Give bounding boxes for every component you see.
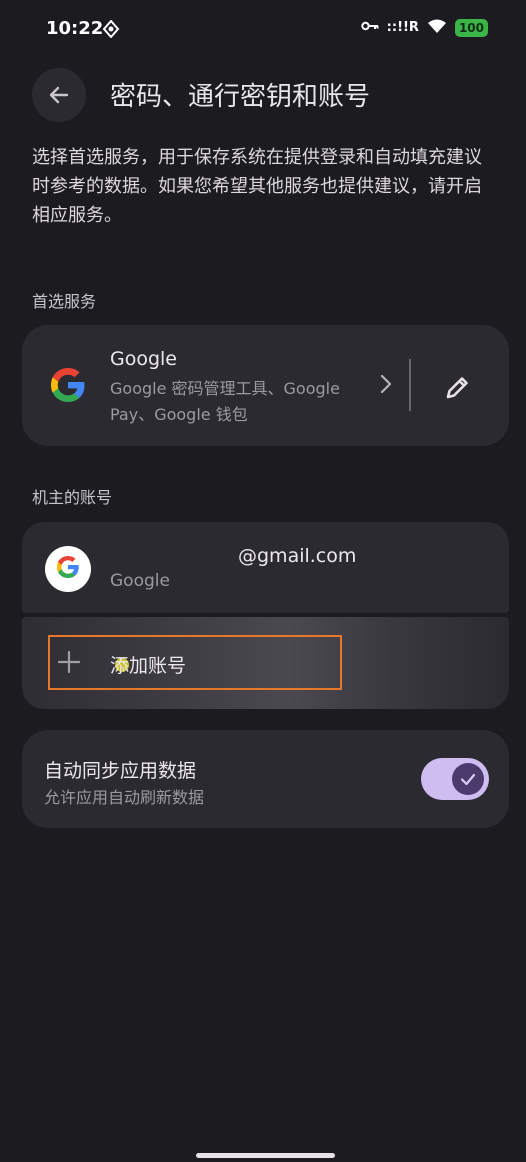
auto-sync-setting[interactable]: 自动同步应用数据 允许应用自动刷新数据 [22, 730, 509, 828]
chevron-right-icon [378, 373, 394, 399]
status-time: 10:22 [46, 18, 104, 39]
preferred-service-card[interactable]: Google Google 密码管理工具、Google Pay、Google 钱… [22, 325, 509, 446]
status-icons: ::!!R 100 [360, 18, 488, 37]
back-button[interactable] [32, 68, 86, 122]
key-icon [360, 20, 379, 36]
plus-icon [57, 650, 81, 677]
battery-icon: 100 [454, 18, 488, 37]
signal-icon: ::!!R [386, 20, 419, 35]
status-bar: 10:22 ::!!R 100 [0, 0, 526, 60]
check-icon [460, 773, 476, 786]
toggle-knob [452, 763, 484, 795]
google-logo-icon [48, 365, 88, 405]
focus-highlight [48, 635, 342, 690]
account-item[interactable]: @gmail.com Google [22, 522, 509, 613]
add-account-label: 添加账号 [110, 655, 187, 677]
account-provider: Google [110, 571, 170, 591]
divider [409, 359, 411, 411]
auto-sync-toggle[interactable] [421, 758, 489, 800]
edit-pencil-icon[interactable] [440, 371, 474, 405]
avatar [45, 546, 91, 592]
add-account-button[interactable]: 添加账号 [22, 617, 509, 709]
home-indicator[interactable] [196, 1153, 335, 1158]
auto-sync-subtitle: 允许应用自动刷新数据 [44, 788, 205, 807]
preferred-service-subtitle: Google 密码管理工具、Google Pay、Google 钱包 [110, 379, 340, 424]
auto-sync-title: 自动同步应用数据 [44, 760, 197, 782]
page-title: 密码、通行密钥和账号 [110, 82, 371, 112]
page-description: 选择首选服务，用于保存系统在提供登录和自动填充建议时参考的数据。如果您希望其他服… [32, 147, 482, 226]
wifi-icon [427, 18, 447, 37]
arrow-left-icon [49, 86, 69, 104]
preferred-section-label: 首选服务 [32, 292, 97, 311]
preferred-service-name: Google [110, 348, 178, 370]
shield-notification-icon [102, 19, 120, 42]
owner-accounts-section-label: 机主的账号 [32, 488, 113, 507]
account-email: @gmail.com [238, 545, 357, 567]
google-logo-icon [55, 554, 81, 584]
